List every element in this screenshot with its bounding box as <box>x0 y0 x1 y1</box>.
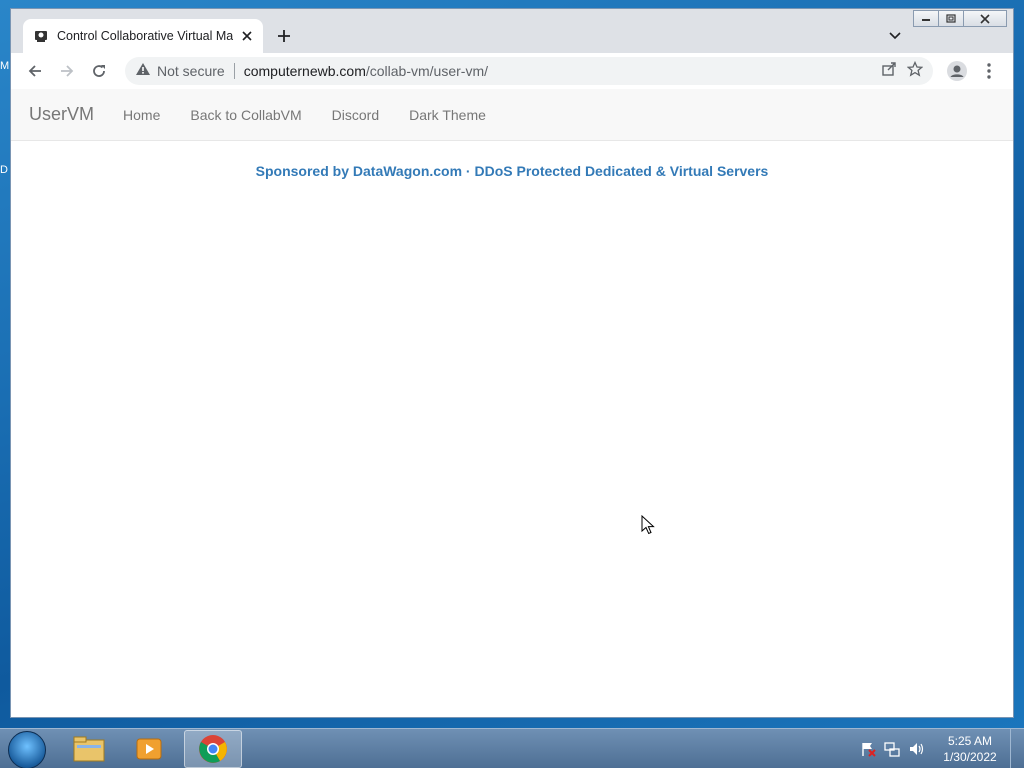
share-icon[interactable] <box>881 61 897 82</box>
page-content: UserVM Home Back to CollabVM Discord Dar… <box>11 89 1013 717</box>
new-tab-icon[interactable] <box>273 25 295 47</box>
clock-time: 5:25 AM <box>947 734 993 748</box>
back-arrow-icon[interactable] <box>19 55 51 87</box>
action-center-flag-icon[interactable] <box>859 740 877 758</box>
forward-arrow-icon[interactable] <box>51 55 83 87</box>
reload-icon[interactable] <box>83 55 115 87</box>
network-icon[interactable] <box>883 740 901 758</box>
divider <box>233 63 235 79</box>
chevron-down-icon[interactable] <box>885 26 905 46</box>
security-label[interactable]: Not secure <box>157 63 225 79</box>
clock-date: 1/30/2022 <box>943 750 997 764</box>
maximize-icon[interactable] <box>938 10 964 27</box>
url-path: /collab-vm/user-vm/ <box>365 63 489 79</box>
close-window-icon[interactable] <box>963 10 1007 27</box>
minimize-icon[interactable] <box>913 10 939 27</box>
browser-toolbar: Not secure computernewb.com/collab-vm/us… <box>11 53 1013 89</box>
collabvm-favicon-icon <box>31 26 51 46</box>
file-explorer-icon[interactable] <box>60 730 118 768</box>
nav-link-home[interactable]: Home <box>123 107 160 123</box>
tab-strip: Control Collaborative Virtual Machines <box>11 9 1013 53</box>
window-controls <box>913 10 1007 27</box>
chrome-taskbar-icon[interactable] <box>184 730 242 768</box>
brand-link[interactable]: UserVM <box>29 104 94 125</box>
sponsor-link[interactable]: Sponsored by DataWagon.com · DDoS Protec… <box>11 163 1013 179</box>
url-text[interactable]: computernewb.com/collab-vm/user-vm/ <box>244 63 881 79</box>
show-desktop-button[interactable] <box>1010 729 1024 768</box>
bookmark-star-icon[interactable] <box>906 60 924 82</box>
site-navbar: UserVM Home Back to CollabVM Discord Dar… <box>11 89 1013 141</box>
profile-avatar-icon[interactable] <box>941 55 973 87</box>
tab-title: Control Collaborative Virtual Machines <box>57 29 233 43</box>
media-player-icon[interactable] <box>120 730 178 768</box>
url-host: computernewb.com <box>243 63 366 79</box>
taskbar-clock[interactable]: 5:25 AM 1/30/2022 <box>934 733 1006 765</box>
mouse-cursor-icon <box>641 514 655 540</box>
nav-link-dark-theme[interactable]: Dark Theme <box>409 107 486 123</box>
address-bar[interactable]: Not secure computernewb.com/collab-vm/us… <box>125 57 933 85</box>
warning-icon[interactable] <box>135 62 151 81</box>
nav-link-discord[interactable]: Discord <box>332 107 379 123</box>
start-button[interactable] <box>8 731 46 768</box>
taskbar: 5:25 AM 1/30/2022 <box>0 728 1024 768</box>
close-tab-icon[interactable] <box>239 28 255 44</box>
browser-tab[interactable]: Control Collaborative Virtual Machines <box>23 19 263 53</box>
menu-kebab-icon[interactable] <box>973 55 1005 87</box>
volume-icon[interactable] <box>907 740 925 758</box>
browser-window: Control Collaborative Virtual Machines <box>10 8 1014 718</box>
nav-link-back-to-collabvm[interactable]: Back to CollabVM <box>190 107 301 123</box>
system-tray: 5:25 AM 1/30/2022 <box>856 729 1024 768</box>
